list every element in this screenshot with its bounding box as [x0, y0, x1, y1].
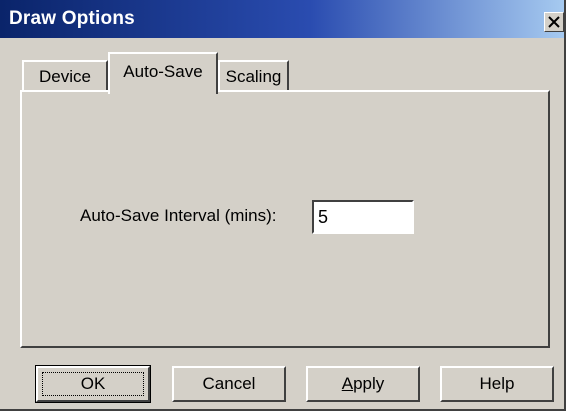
help-button[interactable]: Help	[440, 366, 554, 402]
tab-scaling-label: Scaling	[225, 67, 282, 86]
auto-save-interval-input[interactable]	[312, 200, 414, 234]
window-title: Draw Options	[9, 8, 135, 29]
tab-device[interactable]: Device	[22, 60, 108, 92]
tab-scaling[interactable]: Scaling	[218, 60, 289, 92]
ok-button-label: OK	[80, 374, 106, 393]
cancel-button-label: Cancel	[202, 374, 256, 393]
tab-auto-save[interactable]: Auto-Save	[108, 52, 218, 94]
apply-button[interactable]: Apply	[306, 366, 420, 402]
draw-options-dialog: Draw Options Device Auto-Save Scaling Au…	[0, 0, 566, 411]
apply-mnemonic: A	[341, 374, 354, 393]
auto-save-interval-label: Auto-Save Interval (mins):	[80, 206, 277, 225]
auto-save-panel: Auto-Save Interval (mins):	[20, 90, 550, 348]
apply-button-label: pply	[353, 374, 385, 393]
tab-device-label: Device	[39, 67, 91, 86]
close-icon	[548, 16, 560, 28]
ok-button[interactable]: OK	[35, 365, 151, 403]
title-bar[interactable]: Draw Options	[0, 0, 564, 38]
tab-strip: Device Auto-Save Scaling	[20, 52, 550, 94]
tab-auto-save-label: Auto-Save	[123, 62, 203, 81]
cancel-button[interactable]: Cancel	[172, 366, 286, 402]
close-button[interactable]	[544, 12, 564, 32]
help-button-label: Help	[479, 374, 515, 393]
